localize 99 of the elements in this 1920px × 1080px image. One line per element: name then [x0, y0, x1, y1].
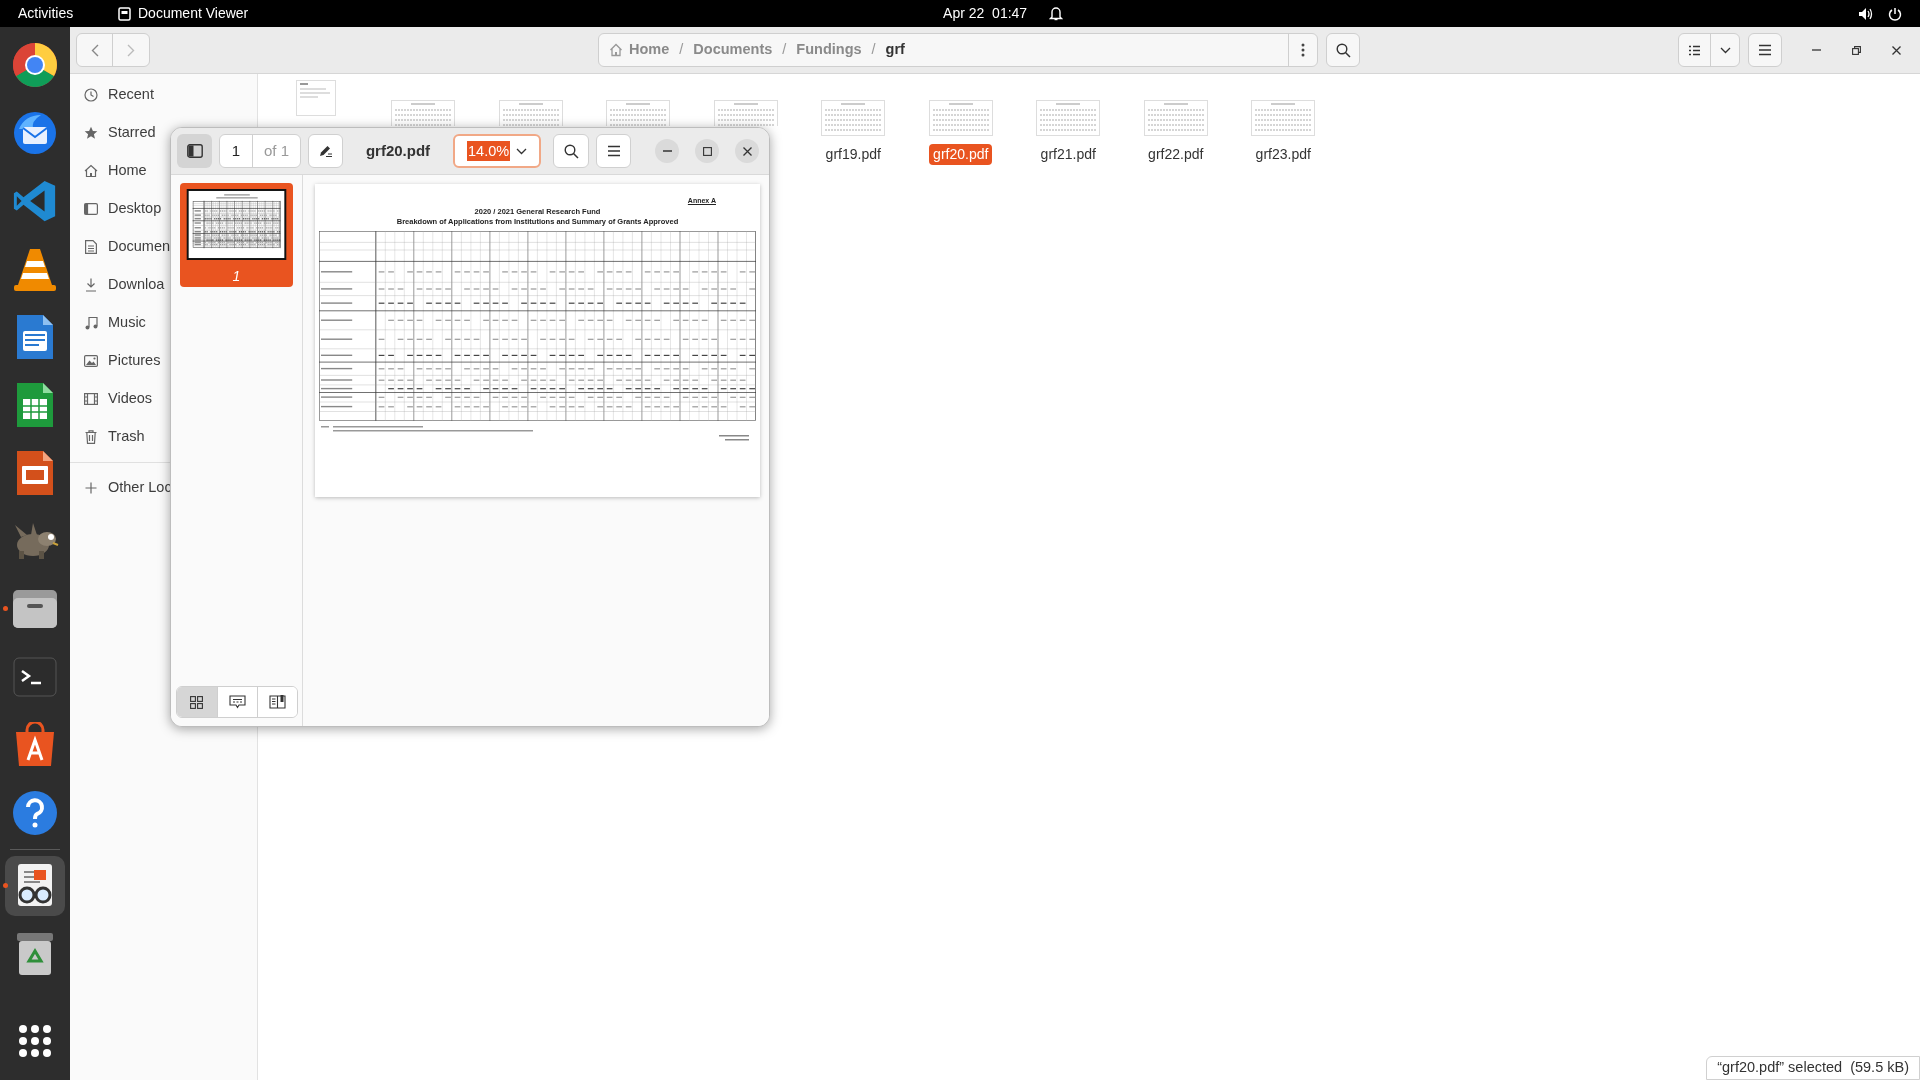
main-menu-button[interactable]	[596, 134, 631, 168]
close-icon	[1891, 45, 1901, 55]
file-name[interactable]: grf22.pdf	[1144, 144, 1208, 165]
activities-button[interactable]: Activities	[18, 3, 118, 24]
sidebar-item[interactable]: Other Loc	[84, 469, 172, 507]
close-button[interactable]	[735, 139, 759, 163]
music-note-icon	[84, 316, 98, 330]
document-viewer-icon	[118, 6, 131, 21]
main-menu-button[interactable]	[1748, 33, 1782, 67]
trash-icon	[85, 430, 97, 444]
search-button[interactable]	[1326, 33, 1360, 67]
document-icon	[85, 240, 97, 254]
code-editor-icon	[12, 178, 58, 224]
browser-icon	[11, 41, 59, 89]
path-separator: /	[679, 40, 684, 60]
file-thumbnail[interactable]	[391, 100, 456, 126]
file-thumbnail[interactable]	[1251, 100, 1316, 136]
search-icon	[1335, 42, 1351, 58]
file-name[interactable]: grf19.pdf	[821, 144, 885, 165]
restore-icon	[1851, 45, 1861, 55]
file-thumbnail[interactable]	[1143, 100, 1208, 136]
comment-icon	[228, 695, 246, 709]
home-icon	[609, 43, 623, 57]
maximize-icon	[702, 146, 712, 156]
sidebar-item[interactable]: Pictures	[84, 342, 161, 380]
app-menu[interactable]: Document Viewer	[138, 3, 249, 24]
plus-icon	[85, 482, 97, 494]
path-separator: /	[782, 40, 787, 60]
page-count: of 1	[263, 140, 290, 161]
sidebar-item[interactable]: Recent	[84, 76, 154, 114]
sidebar-item[interactable]: Documen	[84, 228, 171, 266]
notification-bell-icon	[1049, 6, 1064, 21]
file-name[interactable]: grf23.pdf	[1251, 144, 1315, 165]
power-icon[interactable]	[1888, 6, 1902, 21]
help-icon	[12, 790, 58, 836]
pen-icon	[318, 144, 333, 158]
sidebar-toggle-button[interactable]	[177, 134, 212, 168]
sidebar-icon	[186, 144, 203, 158]
menu-icon	[1758, 44, 1772, 56]
close-icon	[742, 146, 752, 156]
caret-icon	[516, 147, 528, 155]
sidebar-item[interactable]: Videos	[84, 380, 153, 418]
sidebar-item[interactable]: Downloa	[84, 266, 165, 304]
minimize-button[interactable]	[655, 139, 679, 163]
list-view-icon	[1688, 44, 1701, 56]
sidebar-item[interactable]: Starred	[84, 114, 156, 152]
file-thumbnail[interactable]	[295, 80, 336, 116]
zoom-level: 14.0%	[467, 141, 511, 161]
presentation-icon	[15, 449, 55, 497]
window-title: grf20.pdf	[365, 140, 431, 161]
search-button[interactable]	[553, 134, 589, 168]
status-label: “grf20.pdf” selected (59.5 kB)	[1706, 1056, 1920, 1080]
caret-icon	[1719, 46, 1731, 54]
spreadsheet-icon	[15, 381, 55, 429]
home-icon	[84, 164, 98, 178]
page-number-field[interactable]: 1	[220, 135, 253, 167]
zoom-combo[interactable]: 14.0%	[453, 134, 541, 168]
file-name[interactable]: grf20.pdf	[929, 144, 993, 165]
file-thumbnail[interactable]	[928, 100, 993, 136]
picture-icon	[84, 355, 98, 367]
file-name[interactable]: grf21.pdf	[1036, 144, 1100, 165]
star-icon	[84, 126, 98, 140]
file-thumbnail[interactable]	[606, 100, 671, 126]
desktop-icon	[84, 203, 98, 215]
page-thumbnail[interactable]: 1	[180, 183, 293, 287]
recycle-bin-icon	[15, 931, 55, 977]
clock[interactable]: Apr 22 01:47	[943, 3, 1028, 24]
book-icon	[268, 694, 286, 710]
sidebar-item[interactable]: Home	[84, 152, 147, 190]
minimize-icon	[662, 150, 672, 152]
page-label: 1	[232, 267, 241, 286]
annotate-button[interactable]	[308, 134, 343, 168]
text-document-icon	[15, 313, 55, 361]
file-cabinet-icon	[12, 588, 58, 630]
volume-icon[interactable]	[1858, 6, 1873, 21]
sidebar-item[interactable]: Desktop	[84, 190, 162, 228]
file-thumbnail[interactable]	[498, 100, 563, 126]
minimize-icon	[1811, 49, 1821, 51]
file-thumbnail[interactable]	[1036, 100, 1101, 136]
download-icon	[85, 278, 97, 292]
clock-icon	[84, 88, 98, 102]
sidebar-mode-button[interactable]	[176, 687, 217, 717]
dock-item[interactable]	[5, 856, 65, 916]
search-icon	[563, 143, 579, 159]
more-icon	[1301, 43, 1305, 57]
sidebar-item[interactable]: Music	[84, 304, 146, 342]
menu-icon	[606, 145, 621, 157]
sidebar-mode-button[interactable]	[256, 687, 297, 717]
maximize-button[interactable]	[695, 139, 719, 163]
path-separator: /	[871, 40, 876, 60]
app-grid-icon[interactable]	[18, 1024, 52, 1058]
sidebar-item[interactable]: Trash	[84, 418, 145, 456]
file-thumbnail[interactable]	[713, 100, 778, 126]
terminal-icon	[13, 657, 57, 697]
path-segment[interactable]: grf	[885, 39, 905, 61]
file-thumbnail[interactable]	[821, 100, 886, 136]
film-icon	[84, 393, 98, 405]
grid-icon	[190, 695, 203, 709]
mail-icon	[11, 109, 59, 157]
